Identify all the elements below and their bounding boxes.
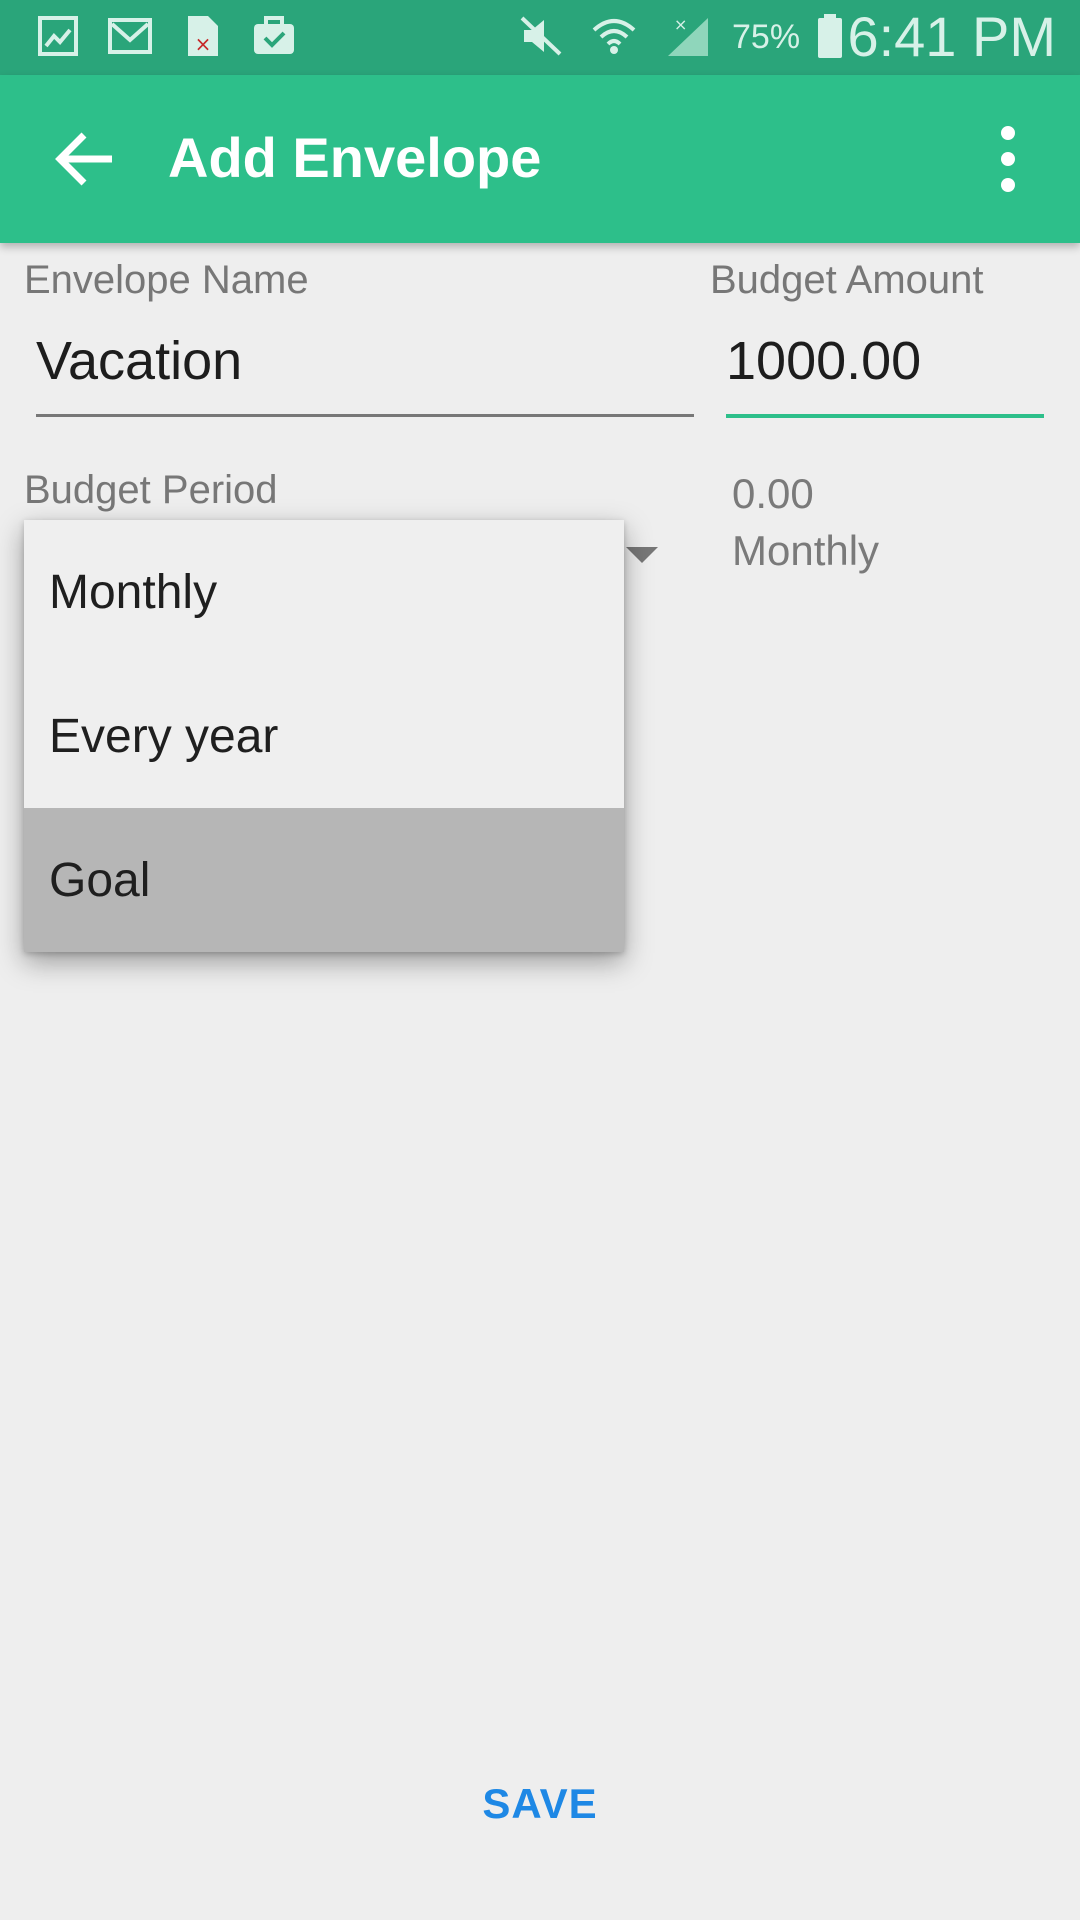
battery-percentage: 75% <box>732 18 801 56</box>
status-bar: × × 75% 6:41 PM <box>0 0 1080 75</box>
budget-amount-underline <box>726 414 1044 418</box>
envelope-name-label: Envelope Name <box>24 258 309 302</box>
svg-text:×: × <box>674 15 687 34</box>
summary-period: Monthly <box>732 527 880 574</box>
arrow-back-icon[interactable] <box>42 115 130 203</box>
wifi-icon <box>592 19 636 54</box>
summary-amount: 0.00 <box>732 470 814 517</box>
envelope-name-input[interactable]: Vacation <box>36 330 242 392</box>
clock: 6:41 PM <box>847 5 1056 68</box>
dropdown-option-monthly[interactable]: Monthly <box>24 520 624 664</box>
envelope-name-underline <box>36 414 694 417</box>
gallery-icon <box>38 16 78 56</box>
save-button[interactable]: SAVE <box>0 1780 1080 1828</box>
dropdown-arrow-icon[interactable] <box>626 547 658 563</box>
app-bar: Add Envelope <box>0 75 1080 243</box>
signal-icon: × <box>668 15 708 56</box>
document-error-icon: × <box>188 16 218 56</box>
page-title: Add Envelope <box>168 126 542 189</box>
budget-period-label: Budget Period <box>24 468 278 512</box>
more-vert-icon[interactable] <box>975 115 1045 203</box>
briefcase-check-icon <box>254 16 294 54</box>
svg-text:×: × <box>195 32 212 56</box>
dropdown-option-goal[interactable]: Goal <box>24 808 624 952</box>
gmail-icon <box>108 18 152 54</box>
budget-amount-input[interactable]: 1000.00 <box>726 330 921 392</box>
budget-amount-label: Budget Amount <box>710 258 984 302</box>
dropdown-option-every-year[interactable]: Every year <box>24 664 624 808</box>
budget-period-dropdown: Monthly Every year Goal <box>24 520 624 952</box>
vibrate-muted-icon <box>520 16 562 56</box>
